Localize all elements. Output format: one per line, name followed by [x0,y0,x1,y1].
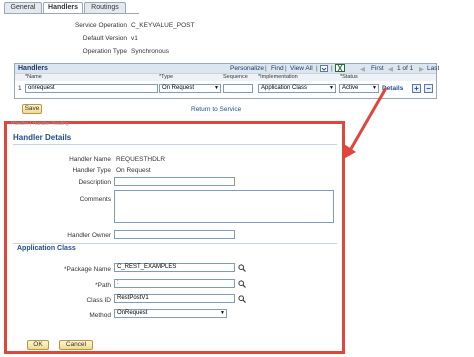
last-link[interactable]: Last [427,65,439,72]
search-icon[interactable] [238,264,246,272]
search-icon[interactable] [238,280,246,288]
comments-textarea[interactable] [114,190,334,223]
default-version-label: Default Version [82,35,127,42]
view-all-link[interactable]: View All [290,65,313,72]
path-input[interactable]: : [114,279,235,288]
implementation-value: Application Class [261,85,308,91]
col-implementation[interactable]: *Implementation [258,74,298,80]
implementation-select[interactable]: Application Class ▼ [258,84,336,93]
method-label: Method [89,312,111,319]
dialog-title: Handler Details [13,133,72,142]
prev-arrow-icon[interactable]: ◀ [388,65,393,73]
path-label: *Path [95,282,111,289]
handler-type-select[interactable]: On Request ▼ [159,84,221,93]
package-name-input[interactable]: C_REST_EXAMPLES [114,263,235,272]
background-tab-text: Handler | Handler Routing [11,121,69,127]
grid-column-headers: *Name *Type Sequence *Implementation *St… [15,73,436,81]
first-arrow-icon[interactable]: ◀ [360,65,365,73]
handler-name-label: Handler Name [69,156,111,163]
col-sequence[interactable]: Sequence [223,74,248,80]
first-link[interactable]: First [371,65,384,72]
comments-label: Comments [79,196,111,203]
row-number: 1 [18,85,22,92]
default-version-value: v1 [131,35,138,42]
operation-type-value: Synchronous [131,48,169,55]
handler-owner-label: Handler Owner [67,232,111,239]
handler-name-value: REQUESTHDLR [116,156,166,163]
method-select[interactable]: OnRequest ▼ [114,309,227,318]
col-type[interactable]: *Type [159,74,173,80]
handler-details-dialog: Handler | Handler Routing Handler Detail… [4,121,345,354]
description-input[interactable] [114,177,235,186]
tab-routings[interactable]: Routings [84,2,126,13]
chevron-down-icon: ▼ [220,310,225,316]
tab-underline [4,13,139,14]
spreadsheet-icon[interactable] [335,64,345,72]
next-arrow-icon[interactable]: ▶ [419,65,424,73]
col-name[interactable]: *Name [25,74,42,80]
find-link[interactable]: Find [271,65,284,72]
handler-type-value: On Request [162,85,195,91]
title-divider [13,144,337,145]
nav-separator: | [316,65,318,72]
delete-row-button[interactable]: − [424,84,433,93]
description-label: Description [78,179,111,186]
chevron-down-icon: ▼ [214,85,219,91]
operation-type-label: Operation Type [82,48,127,55]
col-status[interactable]: *Status [340,74,358,80]
service-operation-value: C_KEYVALUE_POST [131,22,195,29]
nav-separator: | [331,65,333,72]
handler-type-value: On Request [116,167,151,174]
download-icon[interactable] [320,65,328,72]
search-icon[interactable] [238,295,246,303]
class-id-label: Class ID [86,297,111,304]
handler-type-label: Handler Type [72,167,111,174]
nav-separator: | [285,65,287,72]
cancel-button[interactable]: Cancel [59,340,93,350]
save-button[interactable]: Save [22,104,42,114]
package-name-label: *Package Name [64,266,111,273]
pager-text: 1 of 1 [397,65,414,72]
handler-name-input[interactable]: onrequest [25,84,158,93]
method-value: OnRequest [117,310,148,316]
class-id-input[interactable]: RestPostV1 [114,294,235,303]
tab-general[interactable]: General [4,2,42,13]
sequence-input[interactable] [223,84,253,93]
grid-title: Handlers [18,65,48,72]
handler-owner-input[interactable] [114,230,235,239]
add-row-button[interactable]: + [412,84,421,93]
application-class-heading: Application Class [17,245,76,252]
grid-header-bar: Handlers Personalize | Find | View All |… [15,64,439,73]
return-to-service-link[interactable]: Return to Service [191,106,241,113]
personalize-link[interactable]: Personalize [230,65,264,72]
nav-separator: | [265,65,267,72]
ok-button[interactable]: OK [27,340,49,350]
service-operation-label: Service Operation [74,22,127,29]
